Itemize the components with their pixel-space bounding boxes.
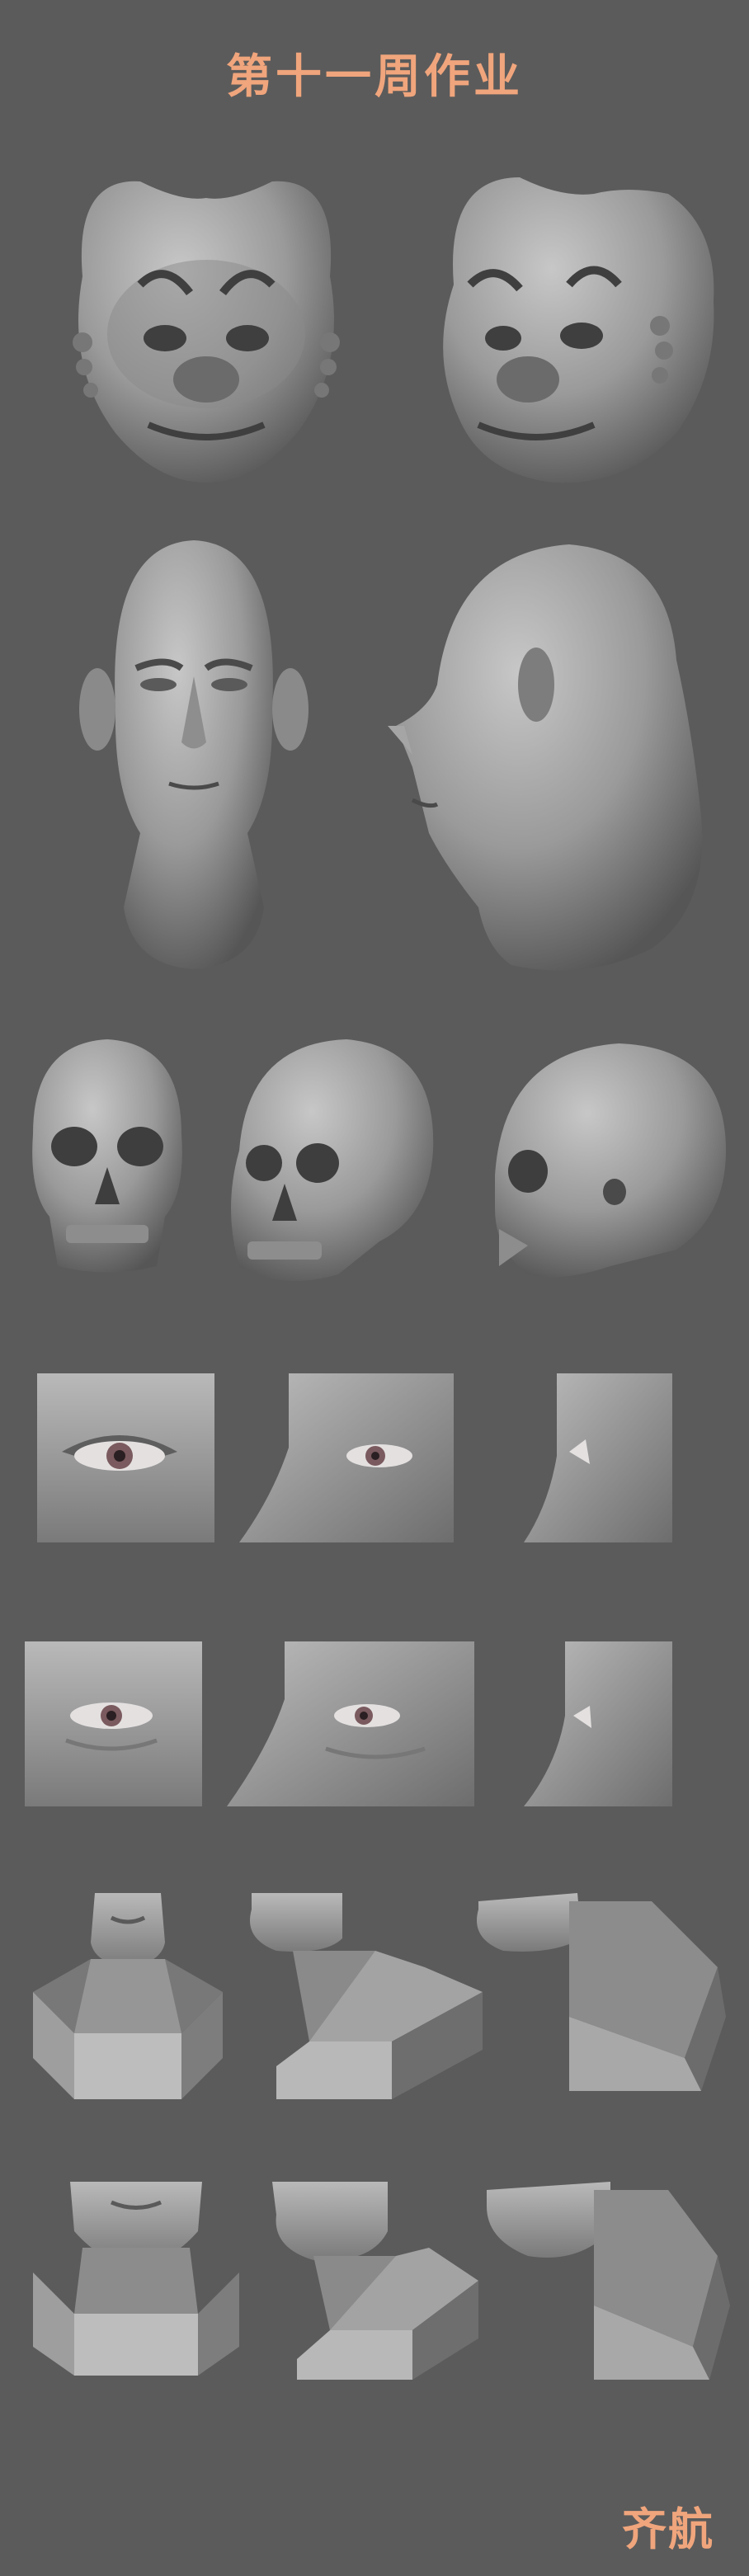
creature-head-three-quarter: [443, 177, 714, 483]
mouth-neck-side: [477, 1893, 726, 2091]
skull-three-quarter: [231, 1039, 434, 1281]
skull-side: [495, 1043, 726, 1278]
eye-front: [37, 1373, 214, 1542]
creature-heads-row: [0, 161, 749, 499]
lower-face-neck-side: [487, 2182, 730, 2380]
eye-three-quarter: [239, 1373, 454, 1542]
eye-side: [524, 1373, 672, 1542]
eye-detail-front: [25, 1641, 202, 1806]
lower-face-neck-front: [33, 2182, 239, 2376]
lower-face-neck-three-quarter: [272, 2182, 478, 2380]
artist-signature: 齐航: [622, 2503, 714, 2555]
eye-detail-three-quarter: [227, 1641, 474, 1806]
mouth-neck-three-quarter: [250, 1893, 483, 2099]
skull-front: [32, 1039, 182, 1273]
head-side: [388, 544, 703, 971]
human-heads-row: [0, 520, 749, 982]
page-title: 第十一周作业: [226, 50, 523, 104]
eye-studies-simple-row: [0, 1373, 749, 1547]
skulls-row: [0, 1027, 749, 1299]
mouth-neck-front: [33, 1893, 223, 2099]
head-front: [79, 540, 309, 969]
mouth-neck-studies-1-row: [0, 1893, 749, 2099]
creature-head-front: [73, 181, 340, 483]
mouth-neck-studies-2-row: [0, 2182, 749, 2380]
eye-detail-side: [524, 1641, 672, 1806]
eye-studies-detailed-row: [0, 1641, 749, 1811]
